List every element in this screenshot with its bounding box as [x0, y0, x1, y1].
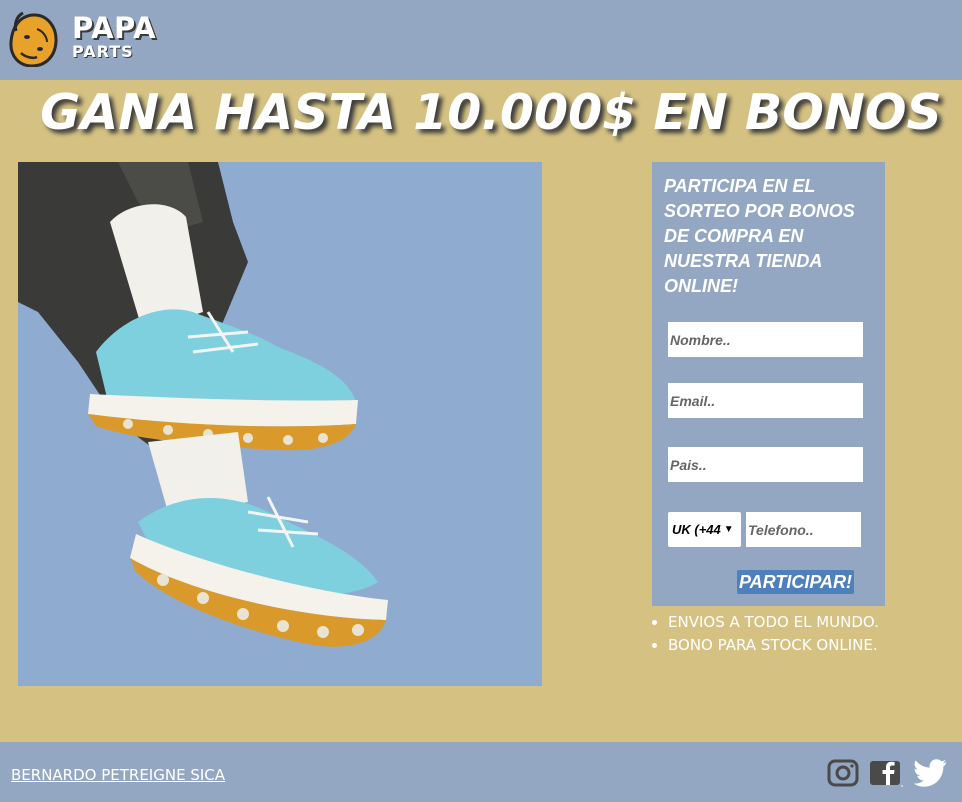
- features-list: ENVIOS A TODO EL MUNDO. BONO PARA STOCK …: [652, 611, 879, 657]
- brand-line1: PAPA: [72, 11, 157, 45]
- form-title: PARTICIPA EN EL SORTEO POR BONOS DE COMP…: [664, 176, 855, 296]
- promo-headline: GANA HASTA 10.000$ EN BONOS: [40, 84, 942, 141]
- phone-field[interactable]: [746, 512, 861, 547]
- country-code-value: UK (+44: [672, 522, 721, 537]
- author-link[interactable]: BERNARDO PETREIGNE SICA: [11, 766, 225, 784]
- twitter-icon[interactable]: [913, 759, 948, 792]
- facebook-icon[interactable]: [869, 759, 903, 792]
- name-field[interactable]: [668, 322, 863, 357]
- brand-line2: PARTS: [72, 42, 134, 61]
- country-field[interactable]: [668, 447, 863, 482]
- instagram-icon[interactable]: [827, 759, 859, 792]
- chevron-down-icon: ▼: [723, 524, 734, 535]
- hero-image: [18, 162, 542, 686]
- site-footer: BERNARDO PETREIGNE SICA: [0, 742, 962, 802]
- list-item: ENVIOS A TODO EL MUNDO.: [652, 611, 879, 634]
- participate-button[interactable]: PARTICIPAR!: [737, 570, 855, 594]
- list-item: BONO PARA STOCK ONLINE.: [652, 634, 879, 657]
- country-code-select[interactable]: UK (+44 ▼: [668, 512, 741, 547]
- site-header: PAPA PARTS: [0, 0, 962, 80]
- potato-logo-icon[interactable]: [7, 9, 59, 68]
- email-field[interactable]: [668, 383, 863, 418]
- brand-name[interactable]: PAPA PARTS: [72, 14, 156, 60]
- signup-form-panel: PARTICIPA EN EL SORTEO POR BONOS DE COMP…: [652, 162, 885, 606]
